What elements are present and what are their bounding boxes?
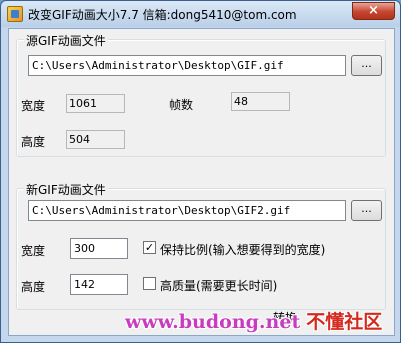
watermark-text: 不懂社区 bbox=[306, 311, 383, 333]
source-frames-value: 48 bbox=[231, 92, 290, 111]
app-icon bbox=[7, 6, 23, 22]
target-path-field[interactable]: C:\Users\Administrator\Desktop\GIF2.gif bbox=[28, 200, 346, 221]
target-file-group: 新GIF动画文件 C:\Users\Administrator\Desktop\… bbox=[16, 181, 386, 310]
high-quality-checkbox[interactable] bbox=[143, 277, 156, 290]
source-path-field[interactable]: C:\Users\Administrator\Desktop\GIF.gif bbox=[28, 55, 346, 76]
client-area: 源GIF动画文件 C:\Users\Administrator\Desktop\… bbox=[8, 28, 395, 336]
target-height-label: 高度 bbox=[21, 280, 46, 294]
high-quality-label[interactable]: 高质量(需要更长时间) bbox=[160, 277, 277, 294]
source-height-value: 504 bbox=[66, 130, 125, 149]
target-width-input[interactable]: 300 bbox=[70, 238, 128, 259]
watermark: www.budong.net 不懂社区 bbox=[125, 307, 382, 334]
title-bar[interactable]: 改变GIF动画大小7.7 信箱:dong5410@tom.com × bbox=[1, 1, 400, 27]
target-width-label: 宽度 bbox=[21, 244, 46, 258]
target-height-input[interactable]: 142 bbox=[70, 274, 128, 295]
source-group-legend: 源GIF动画文件 bbox=[24, 32, 108, 49]
source-height-label: 高度 bbox=[21, 135, 46, 149]
target-browse-button[interactable]: ... bbox=[351, 200, 382, 221]
source-browse-button[interactable]: ... bbox=[351, 55, 382, 76]
keep-ratio-checkbox[interactable]: ✓ bbox=[143, 241, 156, 254]
keep-ratio-label[interactable]: 保持比例(输入想要得到的宽度) bbox=[160, 241, 325, 258]
watermark-url: www.budong.net bbox=[125, 311, 301, 333]
source-file-group: 源GIF动画文件 C:\Users\Administrator\Desktop\… bbox=[16, 32, 386, 157]
main-window: 改变GIF动画大小7.7 信箱:dong5410@tom.com × 源GIF动… bbox=[0, 0, 401, 343]
close-button[interactable]: × bbox=[352, 2, 395, 20]
source-width-value: 1061 bbox=[66, 94, 125, 113]
source-frames-label: 帧数 bbox=[169, 98, 194, 112]
target-group-legend: 新GIF动画文件 bbox=[24, 181, 108, 198]
window-title: 改变GIF动画大小7.7 信箱:dong5410@tom.com bbox=[28, 8, 297, 22]
source-width-label: 宽度 bbox=[21, 99, 46, 113]
